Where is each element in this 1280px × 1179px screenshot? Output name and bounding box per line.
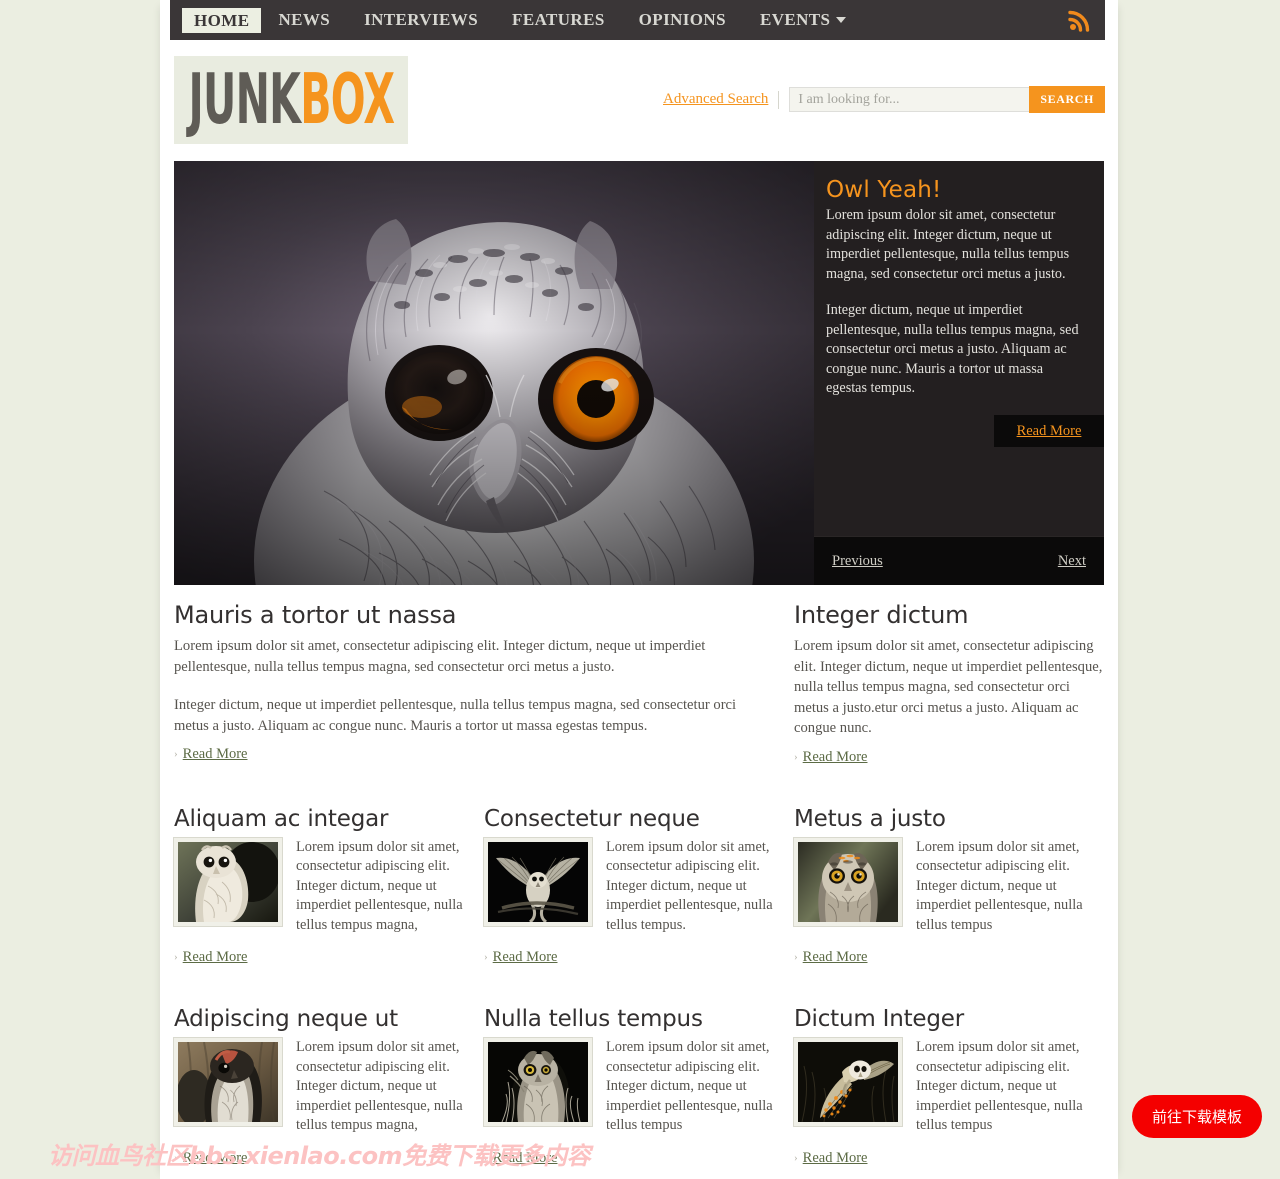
hero-paragraph-2: Integer dictum, neque ut imperdiet pelle… [826,302,1079,396]
chevron-right-icon: › [794,951,798,963]
hero-read-more-button[interactable]: Read More [994,415,1104,447]
owl-screech-brown-thumbnail[interactable] [173,1037,283,1127]
main-article-read-more[interactable]: › Read More [174,746,770,763]
card-title: Adipiscing neque ut [174,1006,398,1032]
article-card-nulla-tellus-tempus: Nulla tellus tempus Lorem ipsum dolor si… [483,1004,794,1167]
owl-barn-flight-thumbnail[interactable] [793,1037,903,1127]
side-article-paragraph-1: Lorem ipsum dolor sit amet, consectetur … [794,638,1103,736]
card-title: Dictum Integer [794,1006,964,1032]
card-read-more[interactable]: › Read More [794,1150,1104,1167]
card-read-more-label: Read More [802,1149,868,1166]
side-article-title: Integer dictum [794,601,969,629]
nav-item-home[interactable]: HOME [182,7,262,33]
card-body: Lorem ipsum dolor sit amet, consectetur … [173,1037,466,1136]
card-read-more-label: Read More [492,1149,558,1166]
nav-item-opinions[interactable]: OPINIONS [622,0,743,40]
chevron-right-icon: › [794,1151,798,1164]
nav-item-events[interactable]: EVENTS [743,0,832,40]
card-text: Lorem ipsum dolor sit amet, consectetur … [606,838,773,933]
card-read-more-label: Read More [492,949,558,965]
nav-item-news[interactable]: NEWS [261,0,347,40]
main-article-paragraph-1: Lorem ipsum dolor sit amet, consectetur … [174,638,706,675]
article-card-dictum-integer: Dictum Integer Lorem ipsum dolor sit ame… [793,1004,1104,1167]
card-body: Lorem ipsum dolor sit amet, consectetur … [483,1037,776,1136]
logo-junk-part: JUNK [188,59,300,140]
card-title: Nulla tellus tempus [484,1006,703,1032]
top-navigation-bar: HOME NEWS INTERVIEWS FEATURES OPINIONS E… [170,0,1105,40]
card-read-more-label: Read More [182,1149,248,1166]
side-article: Integer dictum Lorem ipsum dolor sit ame… [794,600,1104,766]
main-article: Mauris a tortor ut nassa Lorem ipsum dol… [174,600,794,766]
hero-text-panel: Owl Yeah! Lorem ipsum dolor sit amet, co… [814,161,1104,585]
card-text: Lorem ipsum dolor sit amet, consectetur … [606,1039,773,1133]
article-card-aliquam-ac-integar: Aliquam ac integar Lorem ipsum dolor sit… [173,804,484,967]
main-content: Mauris a tortor ut nassa Lorem ipsum dol… [173,600,1104,1167]
nav-item-interviews[interactable]: INTERVIEWS [347,0,495,40]
featured-row: Mauris a tortor ut nassa Lorem ipsum dol… [174,600,1104,766]
owl-flying-wings-spread-thumbnail[interactable] [483,836,593,927]
side-article-read-more-label: Read More [802,748,868,765]
hero-slider: Owl Yeah! Lorem ipsum dolor sit amet, co… [174,161,1104,585]
main-article-read-more-label: Read More [182,746,248,762]
card-read-more[interactable]: › Read More [484,949,776,966]
article-card-adipiscing-neque-ut: Adipiscing neque ut Lorem ipsum dolor si… [173,1004,484,1167]
card-title: Metus a justo [794,805,946,832]
hero-title: Owl Yeah! [826,177,942,203]
nav-item-features[interactable]: FEATURES [495,0,622,40]
chevron-right-icon: › [794,750,798,763]
advanced-search-link[interactable]: Advanced Search [663,91,768,108]
search-button[interactable]: SEARCH [1029,86,1105,113]
article-grid-row-2: Adipiscing neque ut Lorem ipsum dolor si… [173,1004,1104,1167]
logo-text: JUNKBOX [188,65,395,134]
article-grid-row-1: Aliquam ac integar Lorem ipsum dolor sit… [173,804,1104,967]
chevron-right-icon: › [174,748,178,760]
site-header: JUNKBOX Advanced Search SEARCH [170,40,1105,160]
hero-next-link[interactable]: Next [1058,553,1086,570]
article-card-consectetur-neque: Consectetur neque Lorem ipsum dolor sit … [483,804,794,967]
hero-slider-nav: Previous Next [814,536,1104,585]
hero-previous-link[interactable]: Previous [832,553,883,570]
chevron-right-icon: › [174,1151,178,1164]
card-text: Lorem ipsum dolor sit amet, consectetur … [296,838,463,933]
card-text: Lorem ipsum dolor sit amet, consectetur … [916,838,1083,933]
card-text: Lorem ipsum dolor sit amet, consectetur … [296,1039,463,1133]
owl-great-horned-face-thumbnail[interactable] [793,836,903,927]
hero-read-more-label: Read More [1016,422,1082,439]
site-logo[interactable]: JUNKBOX [174,56,408,144]
main-article-paragraph-2: Integer dictum, neque ut imperdiet pelle… [174,697,737,734]
hero-owl-image[interactable] [174,161,814,585]
article-card-metus-a-justo: Metus a justo Lorem ipsum dolor sit amet… [793,804,1104,967]
card-read-more-label: Read More [182,949,248,965]
card-body: Lorem ipsum dolor sit amet, consectetur … [793,1037,1104,1136]
owl-horned-night-thumbnail[interactable] [483,1037,593,1127]
card-read-more[interactable]: › Read More [794,949,1104,966]
card-body: Lorem ipsum dolor sit amet, consectetur … [173,836,466,936]
search-input[interactable] [789,87,1030,112]
chevron-right-icon: › [484,1151,488,1164]
owl-screech-perched-thumbnail[interactable] [173,836,283,927]
chevron-right-icon: › [174,951,178,963]
side-article-read-more[interactable]: › Read More [794,749,1104,766]
card-body: Lorem ipsum dolor sit amet, consectetur … [793,836,1104,936]
divider [778,90,780,109]
rss-icon[interactable] [1067,7,1093,33]
download-template-button[interactable]: 前往下载模板 [1131,1095,1262,1138]
card-read-more[interactable]: › Read More [174,1150,466,1167]
hero-body: Lorem ipsum dolor sit amet, consectetur … [826,206,1084,416]
card-read-more-label: Read More [802,949,868,965]
card-title: Aliquam ac integar [174,805,389,832]
nav-item-events-wrap[interactable]: EVENTS [743,0,863,40]
card-body: Lorem ipsum dolor sit amet, consectetur … [483,836,776,936]
chevron-down-icon [836,17,847,23]
nav-items: HOME NEWS INTERVIEWS FEATURES OPINIONS E… [170,0,863,40]
hero-paragraph-1: Lorem ipsum dolor sit amet, consectetur … [826,207,1070,282]
card-read-more[interactable]: › Read More [174,949,466,966]
chevron-right-icon: › [484,951,488,963]
card-text: Lorem ipsum dolor sit amet, consectetur … [916,1039,1083,1133]
search-area: Advanced Search SEARCH [663,86,1105,113]
card-read-more[interactable]: › Read More [484,1150,776,1167]
logo-box-part: BOX [299,59,395,140]
card-title: Consectetur neque [484,805,700,832]
main-article-title: Mauris a tortor ut nassa [174,601,457,629]
